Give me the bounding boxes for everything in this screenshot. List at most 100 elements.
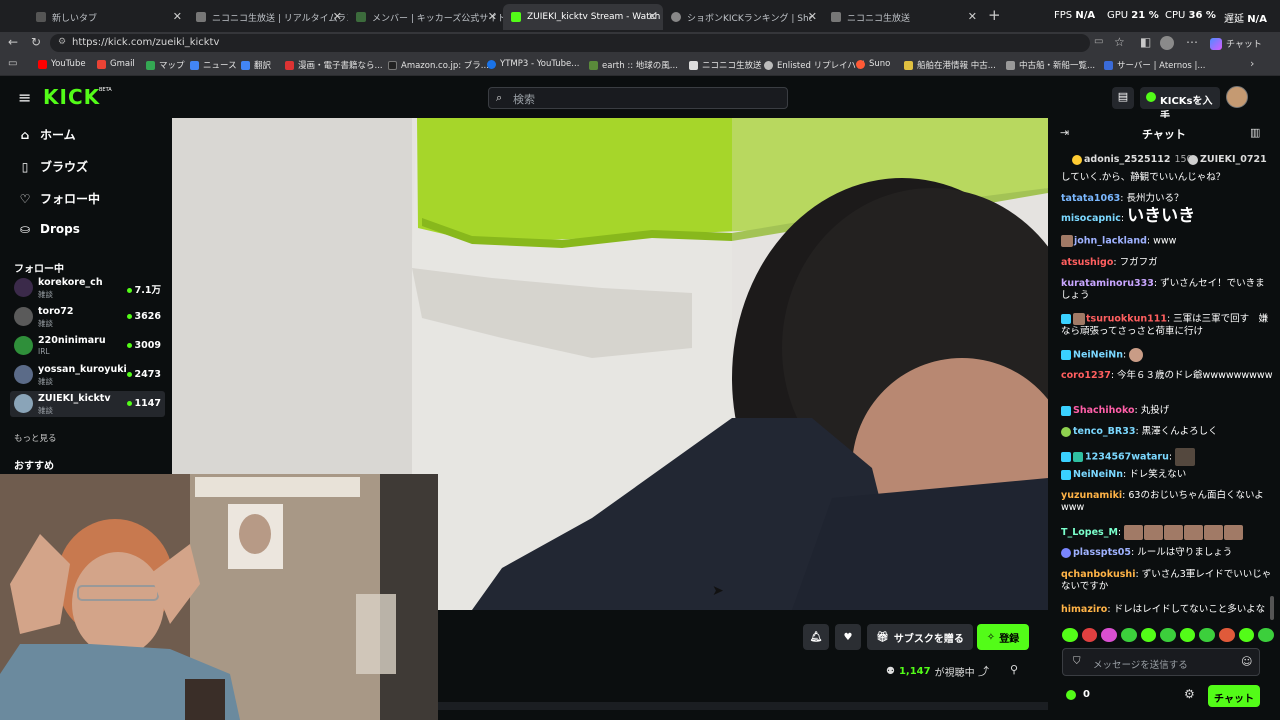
- subscribe-button[interactable]: ✧ 登録: [977, 624, 1029, 650]
- layout-icon[interactable]: ▤: [1112, 87, 1134, 109]
- nav-drops[interactable]: ⛀ Drops: [18, 222, 80, 236]
- browser-tab[interactable]: メンバー | キッカーズ公式サイト ✕: [348, 4, 503, 30]
- emote-icon[interactable]: [1219, 628, 1235, 642]
- close-icon[interactable]: ✕: [648, 10, 657, 23]
- kicks-balance[interactable]: 0: [1066, 689, 1090, 700]
- emoji-picker-icon[interactable]: ☺: [1241, 655, 1252, 668]
- emote-icon[interactable]: [1160, 628, 1176, 642]
- bookmark-amazon[interactable]: Amazon.co.jp: ブラ...: [388, 59, 489, 71]
- hamburger-menu-icon[interactable]: ≡: [18, 88, 31, 107]
- bookmark-manga[interactable]: 漫画・電子書籍なら...: [285, 59, 383, 71]
- nav-home[interactable]: ⌂ ホーム: [18, 126, 76, 143]
- chat-username[interactable]: NeiNeiNn: [1073, 350, 1123, 361]
- bookmark-ytmp3[interactable]: YTMP3 - YouTube...: [487, 59, 579, 69]
- reload-icon[interactable]: ↻: [31, 35, 41, 49]
- close-icon[interactable]: ✕: [808, 10, 817, 23]
- chat-username[interactable]: tatata1063: [1061, 193, 1120, 204]
- url-bar[interactable]: ⚙ https://kick.com/zueiki_kicktv ▭: [50, 34, 1103, 52]
- emote-icon[interactable]: [1062, 628, 1078, 642]
- emote-icon[interactable]: [1081, 628, 1098, 642]
- bookmark-niconico[interactable]: ニコニコ生放送: [689, 59, 762, 71]
- channel-name: yossan_kuroyuki: [38, 364, 127, 375]
- bookmark-aternos[interactable]: サーバー | Aternos |...: [1104, 59, 1205, 71]
- bookmark-ship[interactable]: 船舶在港情報 中古...: [904, 59, 996, 71]
- emote-icon[interactable]: [1140, 628, 1157, 642]
- close-icon[interactable]: ✕: [333, 10, 342, 23]
- chat-username[interactable]: tsuruokkun111: [1086, 314, 1167, 325]
- chat-users-icon[interactable]: ▥: [1250, 126, 1260, 139]
- chat-username[interactable]: yuzunamiki: [1061, 490, 1122, 501]
- bookmark-earth[interactable]: earth :: 地球の風...: [589, 59, 678, 71]
- clip-icon[interactable]: ⚲: [1010, 663, 1018, 676]
- chat-username[interactable]: T_Lopes_M: [1061, 527, 1118, 538]
- user-avatar[interactable]: [1226, 86, 1248, 108]
- pinned-gifter[interactable]: ZUIEKI_0721: [1188, 154, 1267, 165]
- chevron-right-icon[interactable]: ›: [1250, 57, 1254, 70]
- bookmark-usedship[interactable]: 中古船・新船一覧...: [1006, 59, 1095, 71]
- browser-tab[interactable]: ニコニコ生放送 | リアルタイムランキング ✕: [188, 4, 348, 30]
- followed-channel[interactable]: toro72 雑談 3626: [10, 304, 165, 330]
- emote-icon[interactable]: [1199, 628, 1216, 642]
- emote-icon[interactable]: [1120, 628, 1137, 642]
- browser-tab[interactable]: ショボンKICKランキング | Shobon Kick ✕: [663, 4, 823, 30]
- chat-username[interactable]: coro1237: [1061, 370, 1111, 381]
- send-chat-button[interactable]: チャット: [1208, 685, 1260, 707]
- new-tab-icon[interactable]: +: [988, 6, 1001, 24]
- pinned-gifter[interactable]: adonis_2525112 150: [1072, 154, 1193, 165]
- chat-username[interactable]: NeiNeiNn: [1073, 469, 1123, 480]
- kick-logo[interactable]: KICK BETA: [43, 85, 112, 109]
- bookmark-enlisted[interactable]: Enlisted リプレイハブ: [764, 59, 864, 71]
- search-input[interactable]: ⌕ 検索: [488, 87, 788, 109]
- emote-icon[interactable]: [1179, 628, 1196, 642]
- site-info-icon[interactable]: ⚙: [58, 37, 66, 47]
- bookmark-suno[interactable]: Suno: [856, 59, 890, 69]
- bookmark-youtube[interactable]: YouTube: [38, 59, 86, 69]
- followed-channel[interactable]: yossan_kuroyuki 雑談 2473: [10, 362, 165, 388]
- emote-icon[interactable]: [1258, 628, 1275, 642]
- chat-username[interactable]: himaziro: [1061, 604, 1107, 615]
- show-more-link[interactable]: もっと見る: [14, 432, 57, 444]
- nav-following[interactable]: ♡ フォロー中: [18, 190, 100, 207]
- followed-channel[interactable]: korekore_ch 雑談 7.1万: [10, 275, 165, 301]
- browser-tab[interactable]: ニコニコ生放送 ✕: [823, 4, 983, 30]
- chat-username[interactable]: tenco_BR33: [1073, 426, 1135, 437]
- chat-username[interactable]: john_lackland: [1074, 236, 1147, 247]
- browser-tab-active[interactable]: ZUIEKI_kicktv Stream - Watch Live ✕: [503, 4, 663, 30]
- bell-icon[interactable]: 🔔︎: [803, 624, 829, 650]
- close-icon[interactable]: ✕: [173, 10, 182, 23]
- chat-username[interactable]: atsushigo: [1061, 257, 1113, 268]
- chat-message-input[interactable]: ⛉ メッセージを送信する ☺: [1062, 648, 1260, 676]
- install-icon[interactable]: ▭: [1094, 36, 1103, 47]
- close-icon[interactable]: ✕: [968, 10, 977, 23]
- back-icon[interactable]: ←: [8, 35, 18, 49]
- get-kicks-button[interactable]: KICKsを入手: [1140, 87, 1220, 122]
- followed-channel-selected[interactable]: ZUIEKI_kicktv 雑談 1147: [10, 391, 165, 417]
- bookmark-translate[interactable]: 翻訳: [241, 59, 271, 71]
- chat-username[interactable]: plasspts05: [1073, 547, 1131, 558]
- chat-username[interactable]: qchanbokushi: [1061, 569, 1135, 580]
- share-icon[interactable]: ⤴: [978, 663, 989, 679]
- settings-gear-icon[interactable]: ⚙: [1184, 687, 1195, 701]
- emote-icon[interactable]: [1238, 628, 1255, 642]
- chat-username[interactable]: 1234567wataru: [1085, 452, 1169, 463]
- tab-search-icon[interactable]: ▭: [8, 58, 17, 69]
- bookmark-maps[interactable]: マップ: [146, 59, 185, 71]
- follow-heart-button[interactable]: ♥: [835, 624, 861, 650]
- bookmark-gmail[interactable]: Gmail: [97, 59, 135, 69]
- nav-browse[interactable]: ▯ ブラウズ: [18, 158, 88, 175]
- chat-username[interactable]: Shachihoko: [1073, 405, 1135, 416]
- browser-tab[interactable]: 新しいタブ ✕: [28, 4, 188, 30]
- emote-icon[interactable]: [1101, 628, 1117, 642]
- chat-scrollbar[interactable]: [1270, 596, 1274, 620]
- extension-globe-icon[interactable]: [1160, 36, 1174, 50]
- star-icon[interactable]: ☆: [1114, 35, 1125, 49]
- bookmark-news[interactable]: ニュース: [190, 59, 237, 71]
- chat-username[interactable]: misocapnic: [1061, 213, 1121, 224]
- close-icon[interactable]: ✕: [488, 10, 497, 23]
- gift-sub-button[interactable]: 🎁︎ サブスクを贈る: [867, 624, 973, 650]
- menu-dots-icon[interactable]: ⋯: [1186, 35, 1198, 49]
- profile-chip[interactable]: チャット: [1210, 37, 1262, 50]
- chat-username[interactable]: kurataminoru333: [1061, 278, 1154, 289]
- extensions-icon[interactable]: ◧: [1140, 35, 1151, 49]
- followed-channel[interactable]: 220ninimaru IRL 3009: [10, 333, 165, 359]
